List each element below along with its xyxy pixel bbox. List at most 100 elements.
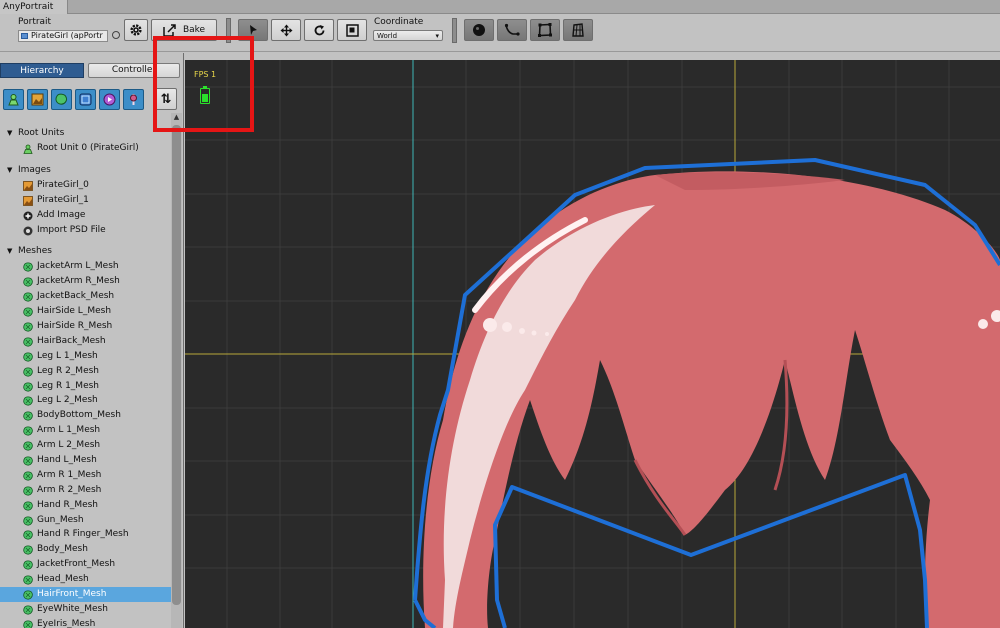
tree-item-label: PirateGirl_1 <box>37 194 89 205</box>
expand-arrow-icon[interactable]: ▼ <box>7 126 12 141</box>
portrait-field-value: PirateGirl (apPortr <box>31 31 103 40</box>
tree-item-label: Arm L 2_Mesh <box>37 440 101 451</box>
tree-item-root-unit-0-pirategirl[interactable]: Root Unit 0 (PirateGirl) <box>0 141 171 156</box>
image-filter-button[interactable] <box>27 89 48 110</box>
portrait-object-field[interactable]: PirateGirl (apPortr <box>18 30 108 42</box>
root-unit-icon <box>23 144 33 154</box>
tree-item-jacketarm-l-mesh[interactable]: JacketArm L_Mesh <box>0 259 171 274</box>
section-title: Meshes <box>18 246 52 257</box>
portrait-object-icon <box>21 33 28 39</box>
tab-hierarchy[interactable]: Hierarchy <box>0 63 84 78</box>
section-root-units[interactable]: ▼ Root Units <box>0 126 171 141</box>
tree-item-leg-r-2-mesh[interactable]: Leg R 2_Mesh <box>0 364 171 379</box>
tree-item-arm-l-2-mesh[interactable]: Arm L 2_Mesh <box>0 438 171 453</box>
tree-item-eyewhite-mesh[interactable]: EyeWhite_Mesh <box>0 602 171 617</box>
viewport-canvas[interactable] <box>185 60 1000 628</box>
top-toolbar: Portrait PirateGirl (apPortr Bake Coordi… <box>0 14 1000 52</box>
mesh-group-filter-button[interactable] <box>75 89 96 110</box>
section-title: Images <box>18 164 51 175</box>
onion-icon <box>473 24 485 36</box>
tree-item-add-image[interactable]: Add Image <box>0 208 171 223</box>
tree-item-leg-l-1-mesh[interactable]: Leg L 1_Mesh <box>0 349 171 364</box>
hierarchy-scrollbar[interactable]: ▲ <box>171 113 182 628</box>
expand-arrow-icon[interactable]: ▼ <box>7 163 12 178</box>
tree-item-label: Arm R 1_Mesh <box>37 469 102 480</box>
tree-item-jacketback-mesh[interactable]: JacketBack_Mesh <box>0 289 171 304</box>
mesh-icon <box>23 545 33 555</box>
tree-item-bodybottom-mesh[interactable]: BodyBottom_Mesh <box>0 408 171 423</box>
mesh-icon <box>23 441 33 451</box>
bone-view-button[interactable] <box>497 19 527 41</box>
rotate-tool-button[interactable] <box>304 19 334 41</box>
section-images[interactable]: ▼ Images <box>0 163 171 178</box>
window-tab[interactable]: AnyPortrait <box>0 0 68 14</box>
tree-item-label: EyeWhite_Mesh <box>37 603 108 614</box>
window-titlebar: AnyPortrait <box>0 0 1000 14</box>
editor-viewport[interactable]: FPS 1 <box>185 60 1000 628</box>
tree-item-arm-r-1-mesh[interactable]: Arm R 1_Mesh <box>0 468 171 483</box>
tree-item-label: JacketArm L_Mesh <box>37 261 119 272</box>
tree-item-label: HairSide L_Mesh <box>37 306 112 317</box>
mesh-icon <box>23 560 33 570</box>
section-title: Root Units <box>18 128 65 138</box>
tree-item-label: Body_Mesh <box>37 544 88 555</box>
tree-item-hand-r-mesh[interactable]: Hand R_Mesh <box>0 498 171 513</box>
tree-item-import-psd-file[interactable]: Import PSD File <box>0 223 171 238</box>
physics-view-button[interactable] <box>563 19 593 41</box>
mesh-icon <box>23 322 33 332</box>
tree-item-jacketarm-r-mesh[interactable]: JacketArm R_Mesh <box>0 274 171 289</box>
tree-item-gun-mesh[interactable]: Gun_Mesh <box>0 513 171 528</box>
mesh-icon <box>23 352 33 362</box>
animation-filter-button[interactable] <box>99 89 120 110</box>
tree-item-label: Gun_Mesh <box>37 514 84 525</box>
tree-item-hairside-l-mesh[interactable]: HairSide L_Mesh <box>0 304 171 319</box>
object-picker-icon[interactable] <box>112 31 120 39</box>
mesh-icon <box>23 575 33 585</box>
physics-icon <box>572 23 584 37</box>
tree-item-leg-r-1-mesh[interactable]: Leg R 1_Mesh <box>0 379 171 394</box>
tree-item-arm-l-1-mesh[interactable]: Arm L 1_Mesh <box>0 423 171 438</box>
tree-item-arm-r-2-mesh[interactable]: Arm R 2_Mesh <box>0 483 171 498</box>
tree-item-pirategirl-0[interactable]: PirateGirl_0 <box>0 178 171 193</box>
param-filter-button[interactable] <box>123 89 144 110</box>
tree-item-label: Leg R 2_Mesh <box>37 365 100 376</box>
coordinate-dropdown[interactable]: World ▾ <box>373 30 443 41</box>
scrollbar-thumb[interactable] <box>172 125 181 605</box>
expand-arrow-icon[interactable]: ▼ <box>7 244 12 259</box>
mesh-icon <box>23 277 33 287</box>
tree-item-body-mesh[interactable]: Body_Mesh <box>0 542 171 557</box>
tree-item-pirategirl-1[interactable]: PirateGirl_1 <box>0 193 171 208</box>
settings-button[interactable] <box>124 19 148 41</box>
mesh-icon <box>23 337 33 347</box>
onion-skin-button[interactable] <box>464 19 494 41</box>
mesh-icon <box>23 426 33 436</box>
tree-item-hand-r-finger-mesh[interactable]: Hand R Finger_Mesh <box>0 527 171 542</box>
mesh-group-filter-icon <box>79 93 92 106</box>
left-panel: Hierarchy Controller ⇅ ▲ ▼ Root Units Root… <box>0 53 184 628</box>
mesh-icon <box>23 471 33 481</box>
mesh-icon <box>23 486 33 496</box>
mesh-view-button[interactable] <box>530 19 560 41</box>
hair-front-mesh-image[interactable] <box>423 171 1000 628</box>
tree-item-eyeiris-mesh[interactable]: EyeIris_Mesh <box>0 617 171 628</box>
animation-filter-icon <box>103 93 116 106</box>
tree-item-hairfront-mesh[interactable]: HairFront_Mesh <box>0 587 171 602</box>
bake-icon <box>163 23 176 37</box>
tree-item-head-mesh[interactable]: Head_Mesh <box>0 572 171 587</box>
image-icon <box>23 195 33 206</box>
tree-item-leg-l-2-mesh[interactable]: Leg L 2_Mesh <box>0 393 171 408</box>
dropdown-caret-icon: ▾ <box>435 32 439 40</box>
scale-tool-button[interactable] <box>337 19 367 41</box>
tree-item-hairside-r-mesh[interactable]: HairSide R_Mesh <box>0 319 171 334</box>
tree-item-label: Head_Mesh <box>37 574 89 585</box>
tree-item-hairback-mesh[interactable]: HairBack_Mesh <box>0 334 171 349</box>
mesh-filter-button[interactable] <box>51 89 72 110</box>
move-tool-button[interactable] <box>271 19 301 41</box>
section-meshes[interactable]: ▼ Meshes <box>0 244 171 259</box>
tree-item-hand-l-mesh[interactable]: Hand L_Mesh <box>0 453 171 468</box>
root-unit-filter-button[interactable] <box>3 89 24 110</box>
tree-item-label: Arm L 1_Mesh <box>37 425 101 436</box>
tree-item-label: EyeIris_Mesh <box>37 618 96 628</box>
tree-item-jacketfront-mesh[interactable]: JacketFront_Mesh <box>0 557 171 572</box>
